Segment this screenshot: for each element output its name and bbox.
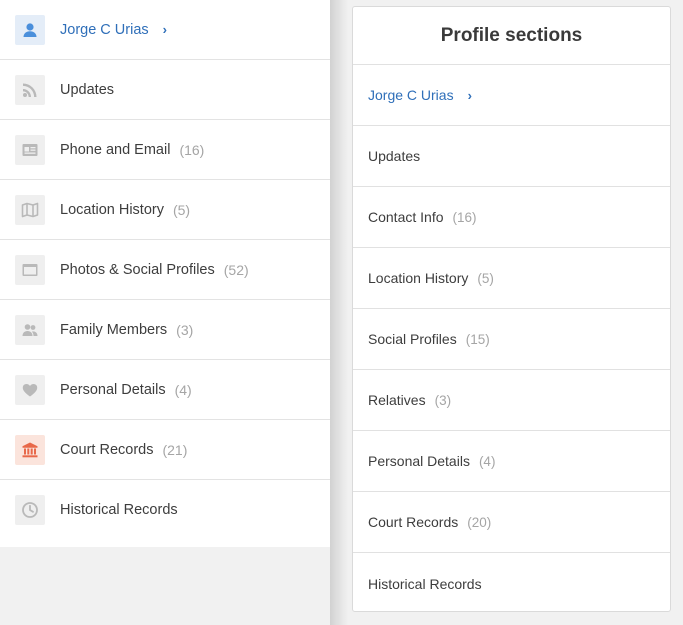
photo-icon xyxy=(15,254,45,285)
nav-item-court-records[interactable]: Court Records (21) xyxy=(0,420,330,480)
section-item-label: Historical Records xyxy=(368,575,482,592)
nav-item-count: (52) xyxy=(223,261,249,278)
nav-item-label: Phone and Email xyxy=(60,141,171,158)
nav-item-personal-details[interactable]: Personal Details (4) xyxy=(0,360,330,420)
section-item-count: (5) xyxy=(477,270,494,286)
section-item-historical-records[interactable]: Historical Records xyxy=(353,553,670,611)
section-item-count: (16) xyxy=(452,209,477,225)
clock-icon xyxy=(15,495,45,525)
section-item-label: Jorge C Urias xyxy=(368,87,454,103)
nav-item-count: (16) xyxy=(179,141,205,158)
profile-sections-card: Profile sections Jorge C Urias › Updates… xyxy=(352,6,671,612)
nav-item-family-members[interactable]: Family Members (3) xyxy=(0,300,330,360)
nav-item-historical-records[interactable]: Historical Records xyxy=(0,480,330,540)
nav-item-label: Personal Details xyxy=(60,381,166,398)
chevron-right-icon: › xyxy=(467,87,472,103)
section-item-location-history[interactable]: Location History (5) xyxy=(353,248,670,309)
nav-item-count: (3) xyxy=(176,321,194,338)
nav-item-count: (21) xyxy=(162,441,188,458)
section-item-count: (3) xyxy=(434,392,452,408)
section-item-court-records[interactable]: Court Records (20) xyxy=(353,492,670,553)
section-item-count: (20) xyxy=(467,514,492,530)
section-item-count: (4) xyxy=(478,453,496,469)
nav-item-location-history[interactable]: Location History (5) xyxy=(0,180,330,240)
section-item-count: (15) xyxy=(465,331,490,347)
nav-item-updates[interactable]: Updates xyxy=(0,60,330,120)
people-icon xyxy=(15,314,45,345)
nav-item-count: (4) xyxy=(174,381,192,398)
section-item-label: Social Profiles xyxy=(368,331,457,347)
contact-card-icon xyxy=(15,134,45,165)
nav-item-label: Jorge C Urias xyxy=(60,21,149,38)
courthouse-icon xyxy=(15,434,45,465)
nav-item-label: Family Members xyxy=(60,321,168,338)
nav-item-phone-email[interactable]: Phone and Email (16) xyxy=(0,120,330,180)
chevron-right-icon: › xyxy=(162,22,167,37)
section-item-updates[interactable]: Updates xyxy=(353,126,670,187)
section-item-label: Personal Details xyxy=(368,453,470,469)
map-icon xyxy=(15,194,45,225)
section-item-personal-details[interactable]: Personal Details (4) xyxy=(353,431,670,492)
profile-nav: Jorge C Urias › Updates Phone and Email … xyxy=(0,0,330,547)
card-title: Profile sections xyxy=(353,7,670,65)
nav-item-label: Photos & Social Profiles xyxy=(60,261,215,278)
user-icon xyxy=(15,14,45,45)
section-item-contact-info[interactable]: Contact Info (16) xyxy=(353,187,670,248)
section-item-social-profiles[interactable]: Social Profiles (15) xyxy=(353,309,670,370)
section-item-profile-name[interactable]: Jorge C Urias › xyxy=(353,65,670,126)
nav-item-profile-name[interactable]: Jorge C Urias › xyxy=(0,0,330,60)
nav-item-count: (5) xyxy=(172,201,191,218)
heart-icon xyxy=(15,374,45,405)
nav-item-label: Location History xyxy=(60,201,164,218)
rss-icon xyxy=(15,74,45,105)
section-item-label: Contact Info xyxy=(368,209,444,225)
section-item-relatives[interactable]: Relatives (3) xyxy=(353,370,670,431)
nav-item-label: Updates xyxy=(60,81,115,98)
section-item-label: Court Records xyxy=(368,514,459,530)
nav-item-label: Historical Records xyxy=(60,502,178,518)
nav-item-label: Court Records xyxy=(60,441,154,458)
section-item-label: Relatives xyxy=(368,392,426,408)
section-item-label: Location History xyxy=(368,270,469,286)
section-item-label: Updates xyxy=(368,148,421,164)
nav-item-photos-social[interactable]: Photos & Social Profiles (52) xyxy=(0,240,330,300)
